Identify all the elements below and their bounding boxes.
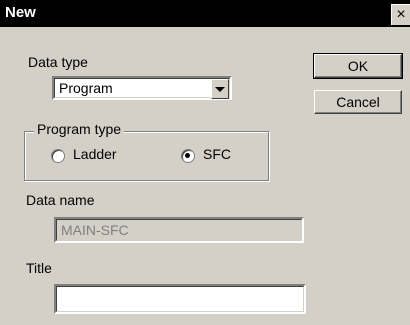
dropdown-button[interactable] <box>211 79 229 99</box>
radio-selected-dot <box>185 153 190 158</box>
window-title: New <box>5 4 36 21</box>
title-label: Title <box>26 260 52 276</box>
data-name-field: MAIN-SFC <box>54 217 304 243</box>
title-bar: New × <box>0 0 410 27</box>
ladder-radio[interactable] <box>51 149 65 163</box>
title-input[interactable] <box>54 284 306 314</box>
cancel-button[interactable]: Cancel <box>314 90 402 114</box>
chevron-down-icon <box>215 87 225 92</box>
data-type-label: Data type <box>28 54 88 70</box>
sfc-radio[interactable] <box>181 149 195 163</box>
data-name-label: Data name <box>26 192 95 208</box>
close-button[interactable]: × <box>391 4 410 25</box>
new-dialog: New × Data type Program OK Cancel Progra… <box>0 0 410 325</box>
data-name-value: MAIN-SFC <box>61 222 129 238</box>
ladder-radio-label[interactable]: Ladder <box>73 146 117 162</box>
sfc-radio-label[interactable]: SFC <box>203 146 231 162</box>
program-type-legend: Program type <box>34 121 125 137</box>
data-type-combo[interactable]: Program <box>52 76 232 100</box>
data-type-value: Program <box>59 80 113 96</box>
ok-button[interactable]: OK <box>313 53 403 79</box>
